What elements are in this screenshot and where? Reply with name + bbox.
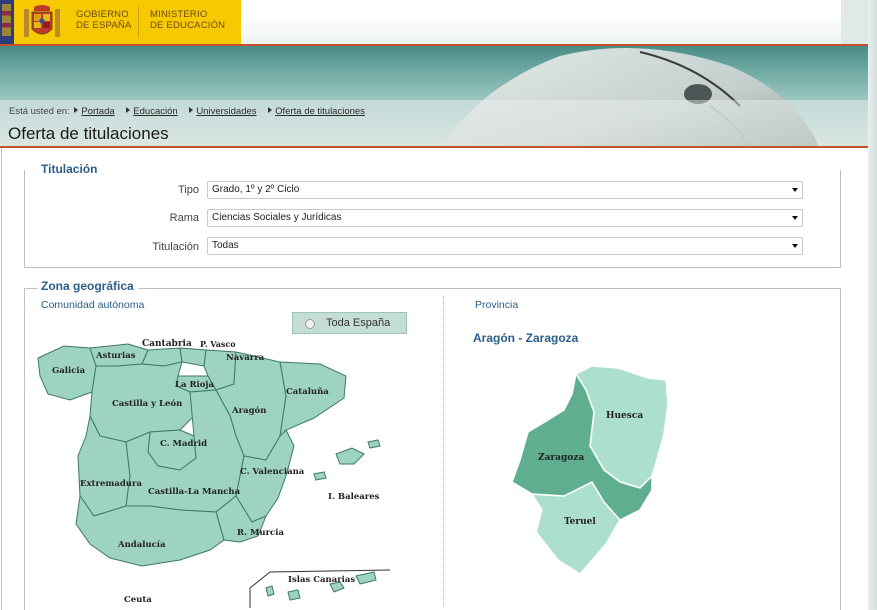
- header-fade: [241, 0, 841, 44]
- label-canarias: Islas Canarias: [288, 575, 355, 585]
- breadcrumb-arrow-icon: [189, 107, 194, 113]
- rama-label: Rama: [169, 212, 199, 224]
- label-aragon: Aragón: [231, 405, 266, 416]
- region-canarias-1[interactable]: [265, 585, 275, 597]
- label-valenciana: C. Valenciana: [240, 467, 305, 477]
- page: GOBIERNO DE ESPAÑA MINISTERIO DE EDUCACI…: [0, 0, 877, 610]
- label-murcia: R. Murcia: [237, 528, 284, 538]
- label-cataluna: Cataluña: [286, 386, 329, 397]
- label-pvasco: P. Vasco: [200, 339, 236, 349]
- label-madrid: C. Madrid: [160, 439, 207, 449]
- chevron-down-icon: [792, 244, 798, 248]
- government-header: GOBIERNO DE ESPAÑA MINISTERIO DE EDUCACI…: [0, 0, 877, 44]
- tipo-select[interactable]: Grado, 1º y 2º Ciclo: [207, 181, 803, 199]
- provincia-label: Provincia: [475, 299, 519, 311]
- chevron-down-icon: [792, 216, 798, 220]
- label-galicia: Galicia: [52, 366, 86, 376]
- gov-line2: DE ESPAÑA: [76, 19, 132, 31]
- label-huesca: Huesca: [606, 411, 643, 421]
- breadcrumb-arrow-icon: [268, 107, 273, 113]
- titulacion-select-value: Todas: [212, 240, 239, 251]
- coat-of-arms-icon: [24, 5, 60, 37]
- breadcrumb-arrow-icon: [74, 107, 79, 113]
- tipo-label: Tipo: [178, 184, 199, 196]
- chevron-down-icon: [792, 188, 798, 192]
- eu-flag-stripe: [0, 0, 14, 44]
- label-andalucia: Andalucía: [117, 539, 166, 550]
- aragon-province-map: Huesca Zaragoza Teruel: [511, 365, 669, 575]
- breadcrumb: Está usted en: Portada Educación Univers…: [9, 106, 374, 117]
- main-content: Titulación Tipo Grado, 1º y 2º Ciclo Ram…: [0, 148, 877, 610]
- toda-espana-option[interactable]: Toda España: [292, 312, 407, 334]
- breadcrumb-link-universidades[interactable]: Universidades: [196, 106, 256, 117]
- label-castillaleon: Castilla y León: [112, 398, 182, 409]
- label-navarra: Navarra: [226, 353, 265, 363]
- breadcrumb-prefix: Está usted en:: [9, 106, 70, 117]
- tipo-select-value: Grado, 1º y 2º Ciclo: [212, 184, 300, 195]
- zona-geografica-legend: Zona geográfica: [37, 279, 138, 293]
- breadcrumb-link-portada[interactable]: Portada: [81, 106, 114, 117]
- min-line1: MINISTERIO: [150, 9, 208, 20]
- window-right-edge: [868, 0, 877, 610]
- label-larioja: La Rioja: [175, 380, 214, 390]
- selected-province-title: Aragón - Zaragoza: [473, 331, 579, 345]
- label-baleares: I. Baleares: [328, 492, 380, 502]
- page-banner: Está usted en: Portada Educación Univers…: [0, 44, 877, 148]
- comunidad-autonoma-label: Comunidad autónoma: [41, 299, 145, 311]
- header-separator: [138, 6, 139, 38]
- titulacion-label: Titulación: [152, 241, 199, 253]
- label-extremadura: Extremadura: [80, 479, 142, 489]
- government-name: GOBIERNO DE ESPAÑA: [76, 9, 132, 31]
- label-ceuta: Ceuta: [124, 595, 152, 605]
- titulacion-legend: Titulación: [37, 162, 102, 176]
- label-cantabria: Cantabria: [142, 339, 192, 349]
- region-baleares-small1[interactable]: [367, 439, 381, 449]
- radio-icon[interactable]: [305, 319, 315, 329]
- breadcrumb-link-educacion[interactable]: Educación: [133, 106, 177, 117]
- ministry-name: MINISTERIO DE EDUCACIÓN: [150, 9, 226, 31]
- rama-select[interactable]: Ciencias Sociales y Jurídicas: [207, 209, 803, 227]
- label-asturias: Asturias: [95, 351, 136, 361]
- label-castillamancha: Castilla-La Mancha: [148, 487, 241, 497]
- region-pais-vasco[interactable]: [179, 347, 207, 367]
- content-left-rule: [1, 148, 2, 610]
- min-line2: DE EDUCACIÓN: [150, 19, 226, 31]
- gov-line1: GOBIERNO: [76, 9, 129, 20]
- region-baleares[interactable]: [335, 447, 365, 465]
- breadcrumb-link-oferta[interactable]: Oferta de titulaciones: [275, 106, 365, 117]
- page-title: Oferta de titulaciones: [8, 124, 169, 143]
- spain-map: Cantabria P. Vasco Asturias Navarra Gali…: [37, 339, 391, 608]
- region-cataluna[interactable]: [279, 361, 347, 438]
- rama-select-value: Ciencias Sociales y Jurídicas: [212, 212, 342, 223]
- label-zaragoza: Zaragoza: [538, 453, 584, 463]
- region-baleares-small2[interactable]: [313, 471, 327, 481]
- region-canarias-2[interactable]: [287, 589, 301, 601]
- breadcrumb-arrow-icon: [126, 107, 131, 113]
- column-divider: [443, 296, 444, 606]
- label-teruel: Teruel: [564, 517, 596, 527]
- toda-espana-label: Toda España: [326, 317, 391, 329]
- titulacion-select[interactable]: Todas: [207, 237, 803, 255]
- region-canarias-4[interactable]: [355, 571, 377, 585]
